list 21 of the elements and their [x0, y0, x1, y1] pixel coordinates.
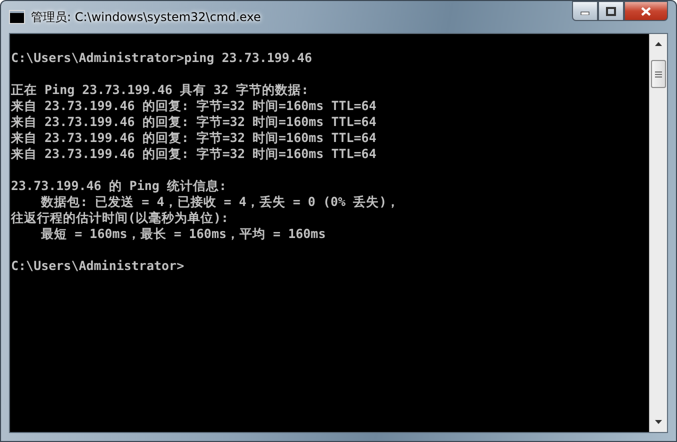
- console-line: C:\Users\Administrator>: [11, 258, 184, 274]
- grip-icon: [655, 70, 662, 78]
- vertical-scrollbar[interactable]: [649, 34, 667, 432]
- scrollbar-thumb[interactable]: [651, 60, 666, 88]
- console-line: 来自 23.73.199.46 的回复: 字节=32 时间=160ms TTL=64: [11, 98, 376, 114]
- maximize-button[interactable]: [598, 1, 624, 21]
- console-line: 最短 = 160ms，最长 = 160ms，平均 = 160ms: [40, 226, 326, 242]
- console-line: 来自 23.73.199.46 的回复: 字节=32 时间=160ms TTL=64: [11, 114, 376, 130]
- console-line: 数据包: 已发送 = 4，已接收 = 4，丢失 = 0 (0% 丢失)，: [40, 194, 400, 210]
- console-line: 来自 23.73.199.46 的回复: 字节=32 时间=160ms TTL=64: [11, 146, 376, 162]
- console-line: 23.73.199.46 的 Ping 统计信息:: [11, 178, 227, 194]
- minimize-button[interactable]: [572, 1, 598, 21]
- console-line: 正在 Ping 23.73.199.46 具有 32 字节的数据:: [11, 82, 309, 98]
- console-app-icon: [9, 10, 25, 24]
- console-line: 来自 23.73.199.46 的回复: 字节=32 时间=160ms TTL=64: [11, 130, 376, 146]
- console-line: C:\Users\Administrator>ping 23.73.199.46: [11, 50, 312, 66]
- close-button[interactable]: [624, 1, 668, 21]
- close-icon: [641, 6, 651, 16]
- maximize-icon: [606, 6, 616, 16]
- console-line: 往返行程的估计时间(以毫秒为单位):: [11, 210, 229, 226]
- window-title: 管理员: C:\windows\system32\cmd.exe: [31, 8, 262, 26]
